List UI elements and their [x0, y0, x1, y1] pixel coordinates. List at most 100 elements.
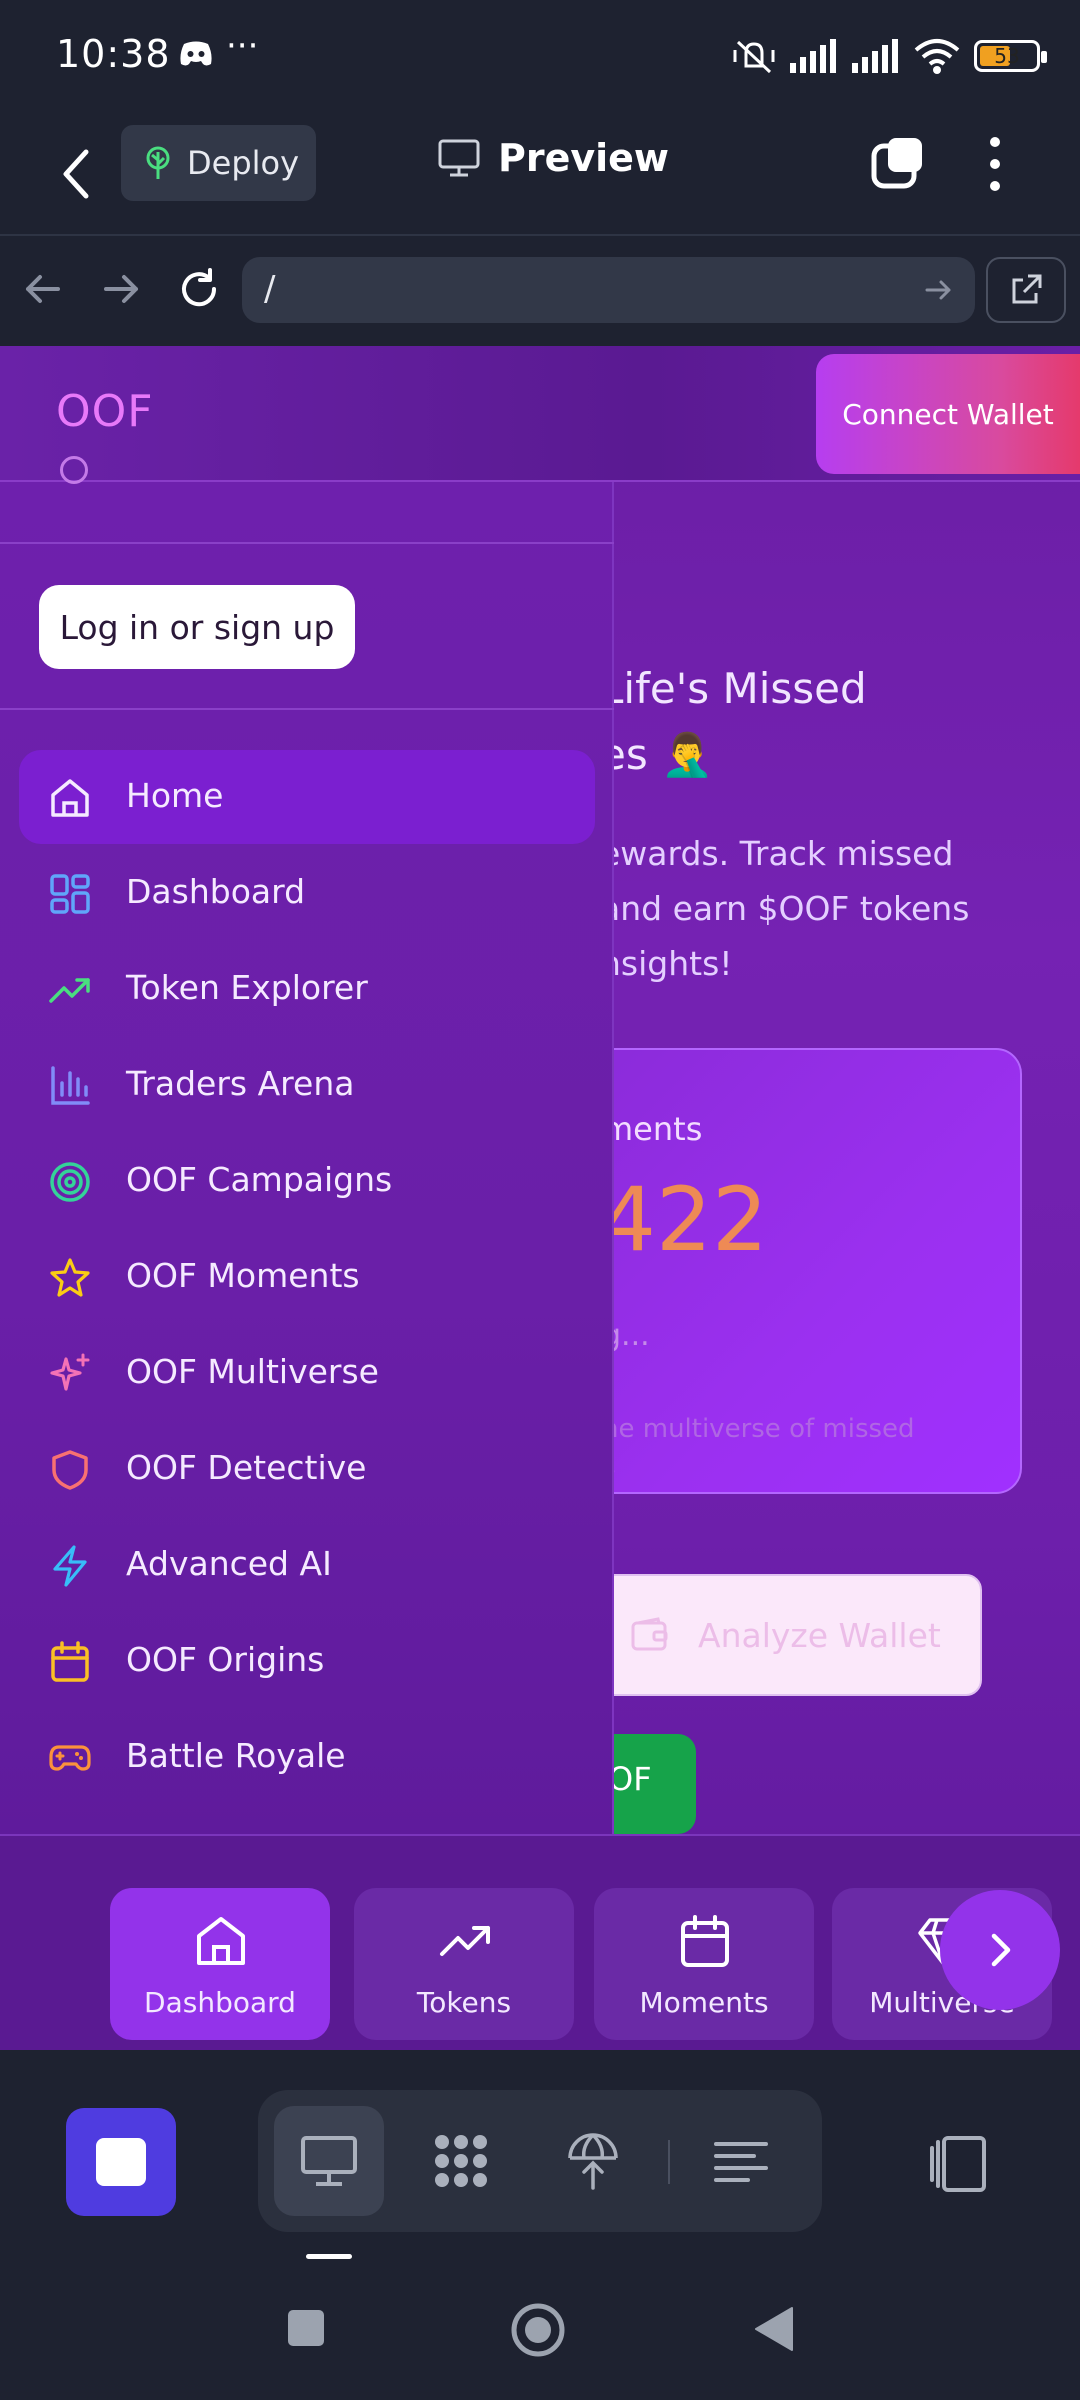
more-notifications-icon: ···	[226, 26, 259, 66]
connect-wallet-button[interactable]: Connect Wallet	[816, 354, 1080, 474]
calendar-icon	[51, 1641, 89, 1682]
analyze-wallet-button[interactable]: Analyze Wallet	[560, 1574, 982, 1696]
bottom-nav-next-button[interactable]	[940, 1890, 1060, 2010]
dock-preview-button[interactable]	[274, 2106, 384, 2216]
stat-foot-line1: he multiverse of missed	[602, 1414, 915, 1444]
bottom-nav-moments[interactable]: Moments	[594, 1888, 814, 2040]
moments-stat-card: ments 422 g... he multiverse of missed s	[560, 1048, 1022, 1494]
target-icon	[50, 1162, 90, 1202]
trending-up-icon	[440, 1926, 490, 1956]
browser-back-icon[interactable]	[18, 264, 68, 314]
gesture-handle	[306, 2254, 352, 2259]
hero-desc-line1: ewards. Track missed	[600, 834, 954, 873]
signal-icon-2	[852, 39, 898, 73]
status-time: 10:38	[56, 32, 171, 76]
nav-label: OOF Campaigns	[126, 1160, 393, 1199]
nav-item-dashboard[interactable]: Dashboard	[19, 846, 595, 940]
divider	[0, 542, 614, 544]
app-toolbar: Deploy Preview	[0, 112, 1080, 236]
monitor-icon	[438, 139, 480, 177]
nav-item-oof-multiverse[interactable]: OOF Multiverse	[19, 1326, 595, 1420]
stat-label: ments	[602, 1110, 703, 1148]
nav-item-advanced-ai[interactable]: Advanced AI	[19, 1518, 595, 1612]
site-header: OOF Connect Wallet	[0, 346, 1080, 482]
tabs-icon[interactable]	[870, 134, 926, 190]
stop-square-icon	[96, 2138, 146, 2186]
nav-item-oof-detective[interactable]: OOF Detective	[19, 1422, 595, 1516]
nav-label: OOF Origins	[126, 1640, 325, 1679]
browser-bar: /	[0, 236, 1080, 346]
battery-icon: 53	[974, 40, 1047, 72]
nav-label: Battle Royale	[126, 1736, 346, 1775]
dock-apps-button[interactable]	[406, 2106, 516, 2216]
bottom-nav-tokens[interactable]: Tokens	[354, 1888, 574, 2040]
bottom-nav-label: Moments	[639, 1986, 769, 2019]
nav-drawer: Log in or sign up Home Dashboard Token E…	[0, 456, 614, 1834]
nav-label: Token Explorer	[126, 968, 368, 1007]
more-vertical-icon[interactable]	[980, 134, 1010, 194]
bottom-nav-dashboard[interactable]: Dashboard	[110, 1888, 330, 2040]
hero-title-line1: Life's Missed	[600, 664, 867, 713]
bottom-nav-label: Dashboard	[144, 1986, 296, 2019]
browser-forward-icon[interactable]	[96, 264, 146, 314]
wallet-icon	[631, 1617, 668, 1651]
dock-console-button[interactable]	[686, 2106, 796, 2216]
text-lines-icon	[714, 2142, 768, 2182]
hero-title: Life's Missed es 🤦‍♂️	[600, 656, 867, 788]
go-arrow-icon[interactable]	[923, 274, 955, 306]
bottom-nav-label: Tokens	[416, 1986, 512, 2019]
home-icon	[197, 1917, 245, 1965]
trending-up-icon	[49, 978, 90, 1003]
battery-level: 53	[994, 44, 1020, 68]
nav-label: OOF Detective	[126, 1448, 367, 1487]
chevron-right-icon	[991, 1933, 1011, 1967]
nav-item-oof-moments[interactable]: OOF Moments	[19, 1230, 595, 1324]
wifi-icon	[914, 39, 960, 74]
home-circle-icon[interactable]	[510, 2302, 566, 2358]
shield-icon	[52, 1450, 88, 1490]
signal-icon	[790, 39, 836, 73]
login-button[interactable]: Log in or sign up	[39, 585, 355, 669]
status-icons: 53	[732, 34, 1047, 78]
site-logo[interactable]: OOF	[56, 386, 154, 437]
gamepad-icon	[49, 1745, 91, 1771]
open-external-button[interactable]	[986, 257, 1066, 323]
monitor-icon	[301, 2136, 357, 2186]
green-button-label: OF	[608, 1760, 652, 1798]
hero-desc-line2: and earn $OOF tokens	[600, 889, 970, 928]
nav-item-battle-royale[interactable]: Battle Royale	[19, 1710, 595, 1804]
stop-app-button[interactable]	[66, 2108, 176, 2216]
nav-item-oof-campaigns[interactable]: OOF Campaigns	[19, 1134, 595, 1228]
sparkles-icon	[50, 1353, 90, 1391]
back-triangle-icon[interactable]	[752, 2306, 794, 2352]
nav-item-token-explorer[interactable]: Token Explorer	[19, 942, 595, 1036]
deploy-button[interactable]: Deploy	[121, 125, 316, 201]
refresh-icon[interactable]	[174, 264, 224, 314]
stat-foot-line2: s	[602, 1448, 915, 1486]
bottom-nav: Dashboard Tokens Moments Multiverse	[0, 1834, 1080, 2050]
dock-deploy-button[interactable]	[538, 2106, 648, 2216]
url-text: /	[264, 269, 276, 309]
side-panel-icon[interactable]	[926, 2134, 990, 2194]
external-link-icon	[1012, 274, 1042, 304]
deploy-label: Deploy	[187, 144, 300, 182]
dock-view-switcher	[258, 2090, 822, 2232]
hero-description: ewards. Track missed and earn $OOF token…	[600, 826, 969, 991]
bar-chart-icon	[51, 1066, 90, 1105]
preview-tab[interactable]: Preview	[438, 136, 669, 180]
star-icon	[50, 1258, 90, 1297]
recents-square-icon[interactable]	[286, 2308, 326, 2348]
device-dock	[0, 2050, 1080, 2400]
grid-dots-icon	[435, 2135, 487, 2187]
url-bar[interactable]: /	[242, 257, 975, 323]
stat-value: 422	[600, 1168, 768, 1271]
hero-title-line2: es 🤦‍♂️	[600, 730, 714, 779]
nav-item-oof-origins[interactable]: OOF Origins	[19, 1614, 595, 1708]
nav-label: Home	[126, 776, 224, 815]
nav-item-traders-arena[interactable]: Traders Arena	[19, 1038, 595, 1132]
nav-label: OOF Moments	[126, 1256, 360, 1295]
back-arrow-icon[interactable]	[52, 142, 100, 206]
preview-label: Preview	[498, 136, 670, 180]
discord-icon	[180, 41, 212, 66]
nav-item-home[interactable]: Home	[19, 750, 595, 844]
